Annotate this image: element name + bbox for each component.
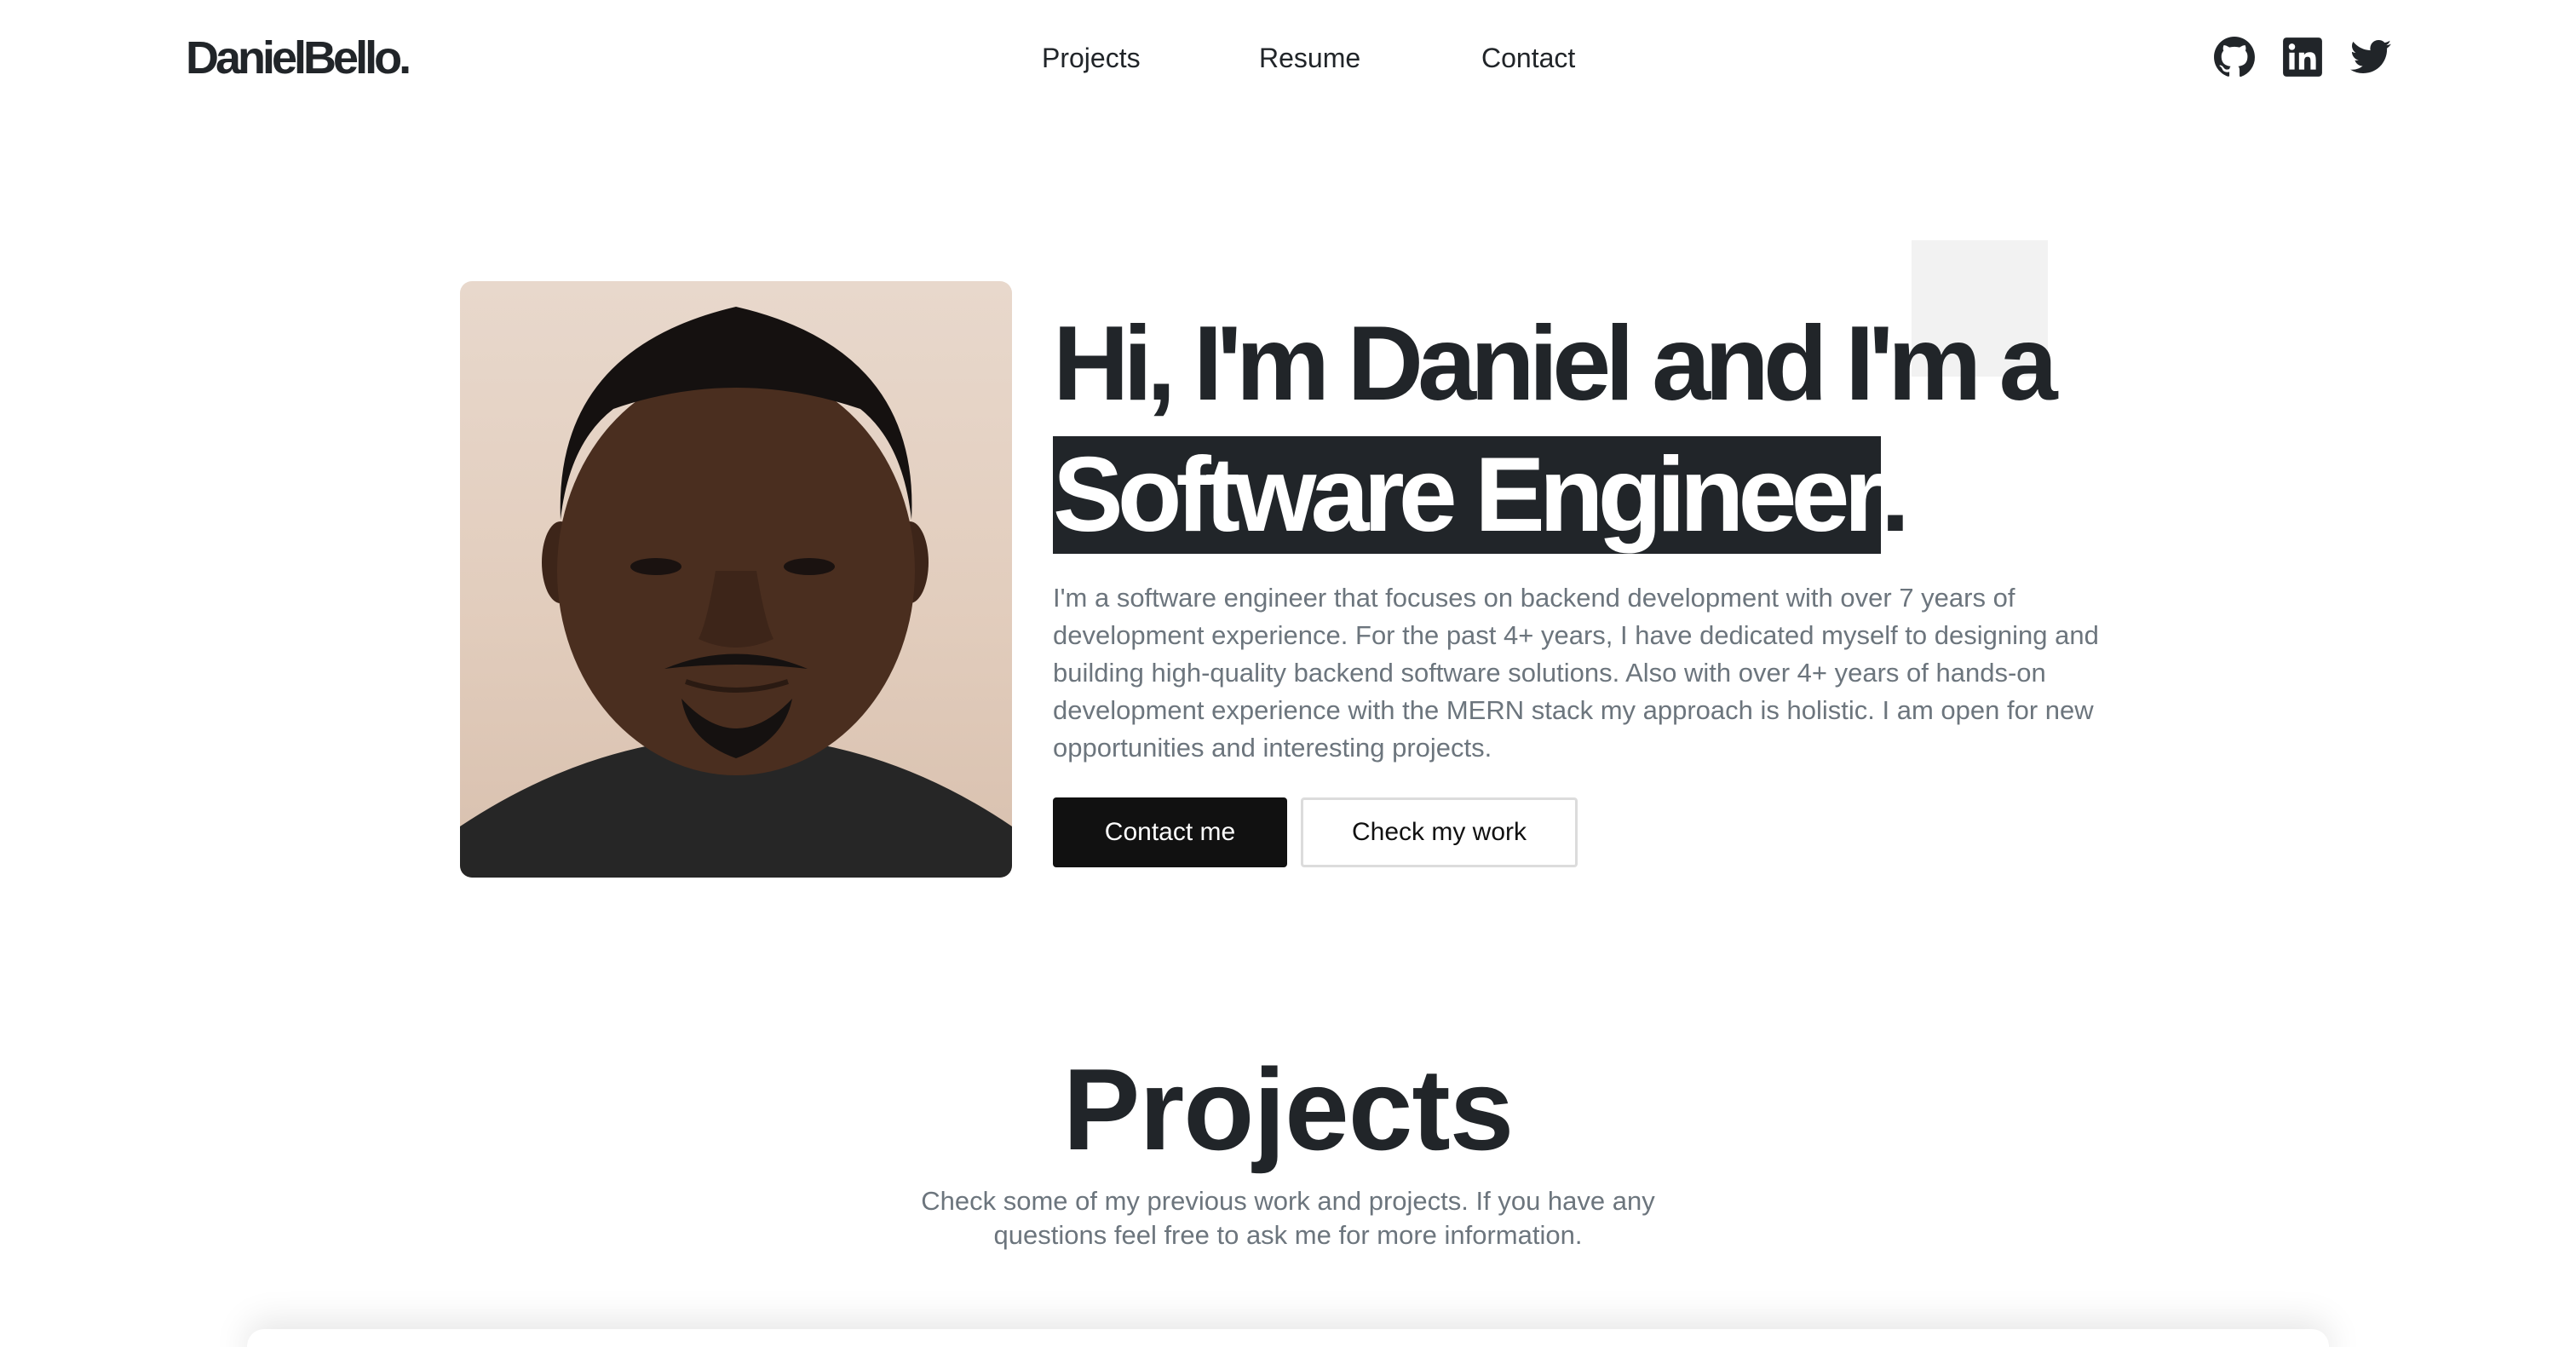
hero-title-line1: Hi, I'm Daniel and I'm a xyxy=(1053,305,2058,423)
hero-title: Hi, I'm Daniel and I'm a Software Engine… xyxy=(1053,298,2160,561)
hero-title-highlight: Software Engineer xyxy=(1053,436,1885,554)
linkedin-icon-graphic xyxy=(2283,37,2322,77)
nav-links: Projects Resume Contact xyxy=(0,39,2576,77)
profile-photo-graphic xyxy=(460,307,1012,878)
navbar: DanielBello. Projects Resume Contact xyxy=(0,0,2576,116)
check-my-work-button[interactable]: Check my work xyxy=(1301,797,1578,867)
nav-link-resume[interactable]: Resume xyxy=(1259,39,1360,77)
contact-me-button[interactable]: Contact me xyxy=(1053,797,1287,867)
nav-link-contact[interactable]: Contact xyxy=(1481,39,1575,77)
linkedin-icon[interactable] xyxy=(2281,36,2324,78)
github-icon[interactable] xyxy=(2213,36,2256,78)
projects-title: Projects xyxy=(1062,1045,1515,1174)
hero-description: I'm a software engineer that focuses on … xyxy=(1053,583,2099,763)
twitter-icon[interactable] xyxy=(2349,36,2392,78)
profile-photo xyxy=(460,281,1012,878)
github-icon-graphic xyxy=(2214,37,2255,78)
project-card-edge xyxy=(247,1329,2329,1347)
hero-title-line2: Software Engineer. xyxy=(1053,429,2160,561)
projects-subtitle: Check some of my previous work and proje… xyxy=(921,1186,1655,1250)
hero-title-period: . xyxy=(1880,436,1911,554)
twitter-icon-graphic xyxy=(2350,39,2391,74)
nav-link-projects[interactable]: Projects xyxy=(1042,39,1141,77)
